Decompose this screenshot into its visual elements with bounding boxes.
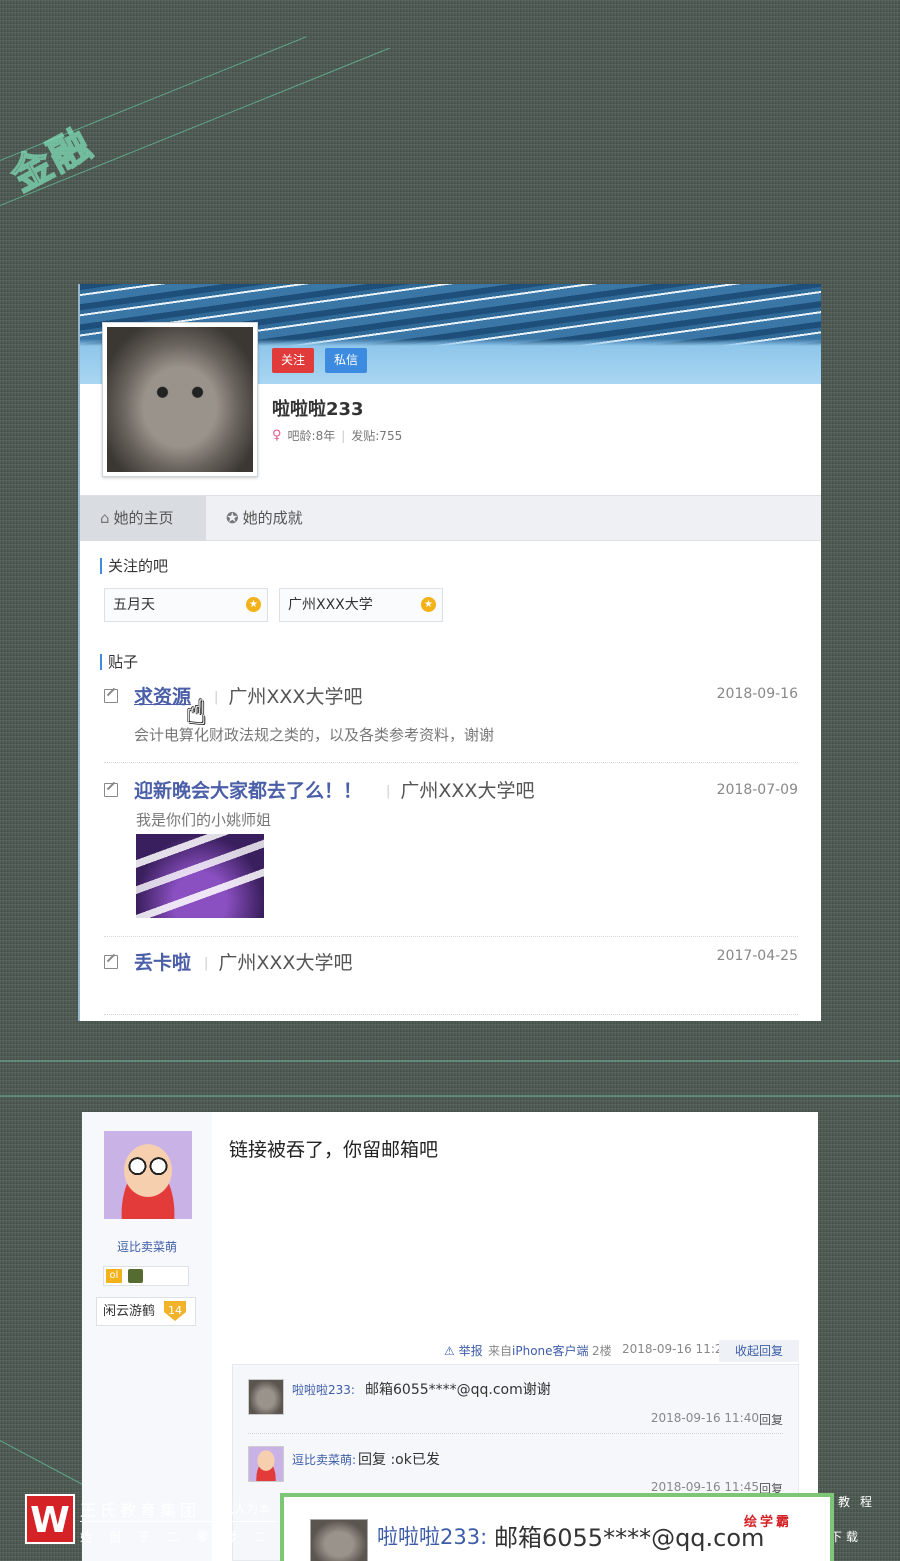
post-title-link[interactable]: 丢卡啦 bbox=[134, 948, 191, 975]
section-divider bbox=[0, 1095, 900, 1097]
edit-icon bbox=[104, 783, 118, 797]
tab-her-achievements[interactable]: ✪ 她的成就 bbox=[206, 496, 323, 541]
sub-reply-username[interactable]: 啦啦啦233: bbox=[292, 1381, 355, 1398]
brand-org-name: 王氏教育集团 bbox=[80, 1501, 201, 1520]
followed-bar-item[interactable]: 五月天 ★ bbox=[104, 588, 268, 622]
zoom-text: 邮箱6055****@qq.com bbox=[494, 1524, 765, 1552]
report-link[interactable]: ⚠ 举报 bbox=[444, 1342, 483, 1359]
followed-bars-title: 关注的吧 bbox=[100, 558, 168, 574]
sub-reply-time: 2018-09-16 11:40 bbox=[650, 1411, 759, 1425]
profile-card: 关注 私信 啦啦啦233 ♀ 吧龄:8年 | 发贴:755 ⌂ 她的主页 ✪ 她… bbox=[78, 284, 821, 1021]
star-icon: ★ bbox=[421, 597, 436, 612]
sub-reply-text: 回复 :ok已发 bbox=[358, 1452, 440, 1468]
post-bar-link[interactable]: 广州XXX大学吧 bbox=[204, 948, 352, 975]
zoom-username: 啦啦啦233: bbox=[377, 1525, 488, 1549]
footer-right-bottom: 下载 bbox=[830, 1530, 863, 1544]
bar-name: 广州XXX大学 bbox=[288, 597, 373, 613]
cat-avatar-image bbox=[107, 327, 253, 472]
zoom-callout: 啦啦啦233: 邮箱6055****@qq.com 绘学霸 bbox=[280, 1493, 834, 1561]
message-button[interactable]: 私信 bbox=[325, 348, 368, 373]
reply-content: 链接被吞了，你留邮箱吧 bbox=[229, 1139, 439, 1161]
post-excerpt: 我是你们的小姚师姐 bbox=[136, 811, 272, 829]
sub-reply-item: 逗比卖菜萌: 回复 :ok已发 2018-09-16 11:45 回复 bbox=[248, 1446, 783, 1496]
post-divider bbox=[104, 762, 798, 763]
profile-avatar[interactable] bbox=[102, 322, 258, 477]
level-name: 闲云游鹤 bbox=[103, 1304, 156, 1319]
brand-divider bbox=[80, 1521, 278, 1522]
profile-tabs: ⌂ 她的主页 ✪ 她的成就 bbox=[80, 495, 821, 541]
reply-username[interactable]: 逗比卖菜萌 bbox=[82, 1238, 212, 1255]
sub-reply-avatar[interactable] bbox=[248, 1446, 284, 1482]
zoom-avatar bbox=[310, 1519, 368, 1561]
post-title-link[interactable]: 迎新晚会大家都去了么！！ bbox=[134, 776, 362, 803]
source-prefix: 来自 bbox=[488, 1344, 513, 1358]
brand-since: 始创于二零零二年 bbox=[80, 1530, 313, 1544]
post-bar-link[interactable]: 广州XXX大学吧 bbox=[386, 776, 534, 803]
brand-slogan: 以人为本 bbox=[222, 1502, 271, 1516]
bar-name: 五月天 bbox=[113, 597, 155, 613]
profile-username: 啦啦啦233 bbox=[272, 399, 364, 420]
zoom-brand: 绘学霸 bbox=[744, 1515, 793, 1530]
section-divider bbox=[0, 1060, 900, 1062]
report-label: 举报 bbox=[458, 1344, 483, 1358]
post-item: 迎新晚会大家都去了么！！ 广州XXX大学吧 2018-07-09 我是你们的小姚… bbox=[104, 776, 798, 936]
reply-time: 2018-09-16 11:25 bbox=[622, 1342, 731, 1356]
sub-reply-avatar[interactable] bbox=[248, 1379, 284, 1415]
footer-right-top: 教程 bbox=[838, 1495, 883, 1509]
post-date: 2018-07-09 bbox=[716, 782, 798, 798]
follow-button[interactable]: 关注 bbox=[272, 348, 315, 373]
post-divider bbox=[104, 1014, 798, 1015]
collapse-replies-button[interactable]: 收起回复 bbox=[719, 1340, 799, 1362]
post-title-link[interactable]: 求资源 bbox=[134, 682, 191, 709]
sub-reply-text: 邮箱6055****@qq.com谢谢 bbox=[365, 1382, 551, 1398]
brand-logo: W bbox=[25, 1494, 75, 1544]
client-link[interactable]: iPhone客户端 bbox=[512, 1344, 589, 1358]
meta-separator: | bbox=[341, 428, 346, 443]
home-icon: ⌂ bbox=[100, 509, 110, 527]
badge-row: ol bbox=[103, 1266, 189, 1286]
post-item: 求资源 广州XXX大学吧 2018-09-16 会计电算化财政法规之类的，以及各… bbox=[104, 682, 798, 762]
followed-bar-item[interactable]: 广州XXX大学 ★ bbox=[279, 588, 443, 622]
posts-title: 贴子 bbox=[100, 654, 138, 670]
female-icon: ♀ bbox=[272, 428, 282, 443]
sun-badge-icon bbox=[128, 1269, 143, 1283]
tab-her-home[interactable]: ⌂ 她的主页 bbox=[80, 496, 206, 541]
star-icon: ★ bbox=[246, 597, 261, 612]
post-bar-link[interactable]: 广州XXX大学吧 bbox=[214, 682, 362, 709]
sub-reply-item: 啦啦啦233: 邮箱6055****@qq.com谢谢 2018-09-16 1… bbox=[248, 1379, 783, 1429]
badge-icon: ol bbox=[106, 1269, 122, 1283]
client-source: 来自iPhone客户端 bbox=[488, 1342, 589, 1359]
reply-avatar[interactable] bbox=[104, 1131, 192, 1219]
tab-label: 她的主页 bbox=[113, 509, 174, 527]
post-divider bbox=[104, 936, 798, 937]
edit-icon bbox=[104, 689, 118, 703]
floor-number: 2楼 bbox=[592, 1344, 612, 1358]
reply-footer: ⚠ 举报 来自iPhone客户端 2楼 2018-09-16 11:25 收起回… bbox=[232, 1340, 799, 1364]
bar-age: 吧龄:8年 bbox=[287, 429, 336, 443]
post-item: 丢卡啦 广州XXX大学吧 2017-04-25 bbox=[104, 948, 798, 988]
sub-reply-divider bbox=[248, 1433, 783, 1434]
level-number-badge: 14 bbox=[164, 1301, 186, 1321]
medal-icon: ✪ bbox=[226, 509, 239, 527]
profile-meta: ♀ 吧龄:8年 | 发贴:755 bbox=[272, 427, 402, 444]
post-date: 2017-04-25 bbox=[716, 948, 798, 964]
sub-reply-time: 2018-09-16 11:45 bbox=[650, 1480, 759, 1494]
edit-icon bbox=[104, 955, 118, 969]
hand-cursor-icon: ☝ bbox=[186, 693, 207, 733]
tab-label: 她的成就 bbox=[242, 509, 303, 527]
post-thumbnail[interactable] bbox=[136, 834, 264, 918]
member-level[interactable]: 闲云游鹤 14 bbox=[96, 1297, 196, 1326]
sub-reply-username[interactable]: 逗比卖菜萌: bbox=[292, 1451, 356, 1468]
post-count: 发贴:755 bbox=[351, 429, 403, 443]
sub-reply-button[interactable]: 回复 bbox=[759, 1411, 783, 1428]
reply-author-panel: 逗比卖菜萌 ol 闲云游鹤 14 bbox=[82, 1112, 212, 1561]
post-date: 2018-09-16 bbox=[716, 686, 798, 702]
